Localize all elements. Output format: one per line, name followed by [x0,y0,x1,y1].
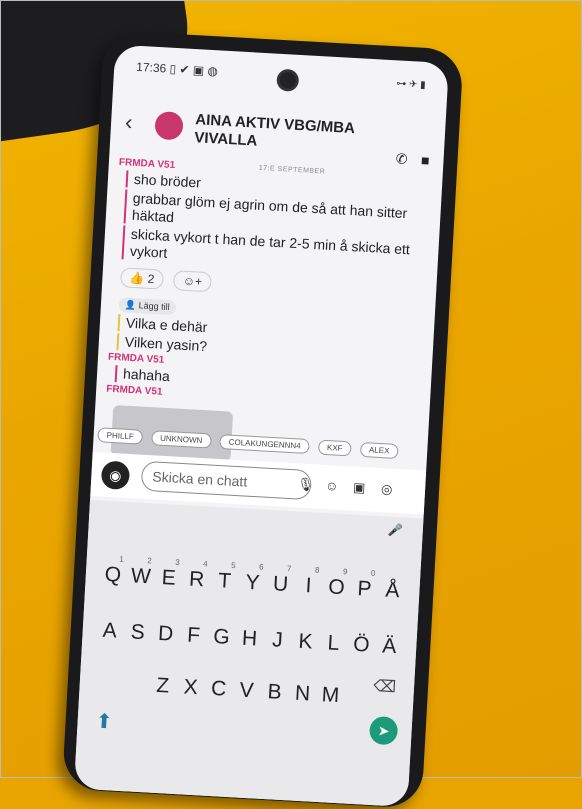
key-j[interactable]: J [263,628,292,654]
microphone-icon[interactable]: 🎙 [297,476,314,493]
avatar[interactable] [154,110,184,141]
key-r[interactable]: R4 [182,559,211,593]
key-number-hint: 9 [342,567,348,577]
key-number-hint: 8 [314,565,320,575]
key-b[interactable]: B [260,680,289,706]
mention-chip[interactable]: PHILLF [97,427,144,445]
status-icons: ⊶ ✈ ▮ [395,78,426,91]
key-x[interactable]: X [176,675,205,701]
key-f[interactable]: F [179,623,208,649]
thumbs-up-reaction[interactable]: 👍 2 [119,267,164,290]
key-k[interactable]: K [291,629,320,655]
key-s[interactable]: S [123,620,152,646]
smiley-icon[interactable]: ☺ [325,478,339,494]
phone-icon[interactable]: ✆ [395,150,408,168]
camera-icon[interactable]: ◉ [100,460,131,491]
mention-chip[interactable]: ALEX [359,441,399,460]
key-p[interactable]: P0 [350,569,379,603]
key-g[interactable]: G [207,625,236,651]
key-ä[interactable]: Ä [375,634,404,660]
key-v[interactable]: V [232,678,261,704]
keyboard: 🎤 Q1W2E3R4T5Y6U7I8O9P0Å ASDFGHJKLÖÄ ZXCV… [73,499,424,808]
back-arrow-icon[interactable]: ‹ [124,109,133,135]
key-number-hint: 3 [174,557,180,567]
key-y[interactable]: Y6 [238,562,267,596]
key-n[interactable]: N [288,681,317,707]
key-i[interactable]: I8 [294,566,323,599]
video-icon[interactable]: ■ [421,152,430,168]
group-title[interactable]: AINA AKTIV VBG/MBA VIVALLA [194,111,356,156]
key-number-hint: 7 [286,564,292,574]
key-z[interactable]: Z [148,673,177,699]
key-a[interactable]: A [95,618,124,644]
key-d[interactable]: D [151,622,180,648]
key-u[interactable]: U7 [266,564,295,598]
key-ö[interactable]: Ö [347,632,376,658]
key-w[interactable]: W2 [126,556,155,590]
key-l[interactable]: L [319,631,348,657]
voice-input-icon[interactable]: 🎤 [387,523,403,538]
chat-thread: FRMDA V51 17:E SEPTEMBER sho bröder grab… [93,156,443,472]
shift-icon[interactable]: ⬆ [95,709,113,735]
key-t[interactable]: T5 [210,561,239,595]
key-o[interactable]: O9 [322,567,351,601]
sticker-icon[interactable]: ▣ [353,480,366,497]
key-h[interactable]: H [235,626,264,652]
chat-input[interactable]: Skicka en chatt [140,460,313,501]
key-number-hint: 4 [202,559,208,569]
key-m[interactable]: M [316,683,345,709]
key-row-2: ASDFGHJKLÖÄ [82,618,417,661]
key-q[interactable]: Q1 [98,555,127,589]
phone-screen: 17:36 ▯ ✔ ▣ ◍ ⊶ ✈ ▮ ‹ AINA AKTIV VBG/MBA… [73,44,449,808]
send-icon[interactable]: ➤ [368,715,399,746]
smartphone: 17:36 ▯ ✔ ▣ ◍ ⊶ ✈ ▮ ‹ AINA AKTIV VBG/MBA… [61,29,464,809]
key-number-hint: 2 [147,556,152,566]
key-c[interactable]: C [204,677,233,703]
key-å[interactable]: Å [378,578,407,604]
location-icon[interactable]: ◎ [381,481,393,498]
mention-chip[interactable]: KXF [317,439,352,457]
status-time: 17:36 ▯ ✔ ▣ ◍ [135,59,219,79]
add-reaction-icon[interactable]: ☺+ [173,270,212,293]
key-e[interactable]: E3 [154,558,183,592]
front-camera [279,71,297,89]
key-number-hint: 5 [230,560,236,571]
key-row-3: ZXCVBNM [79,670,414,713]
add-button[interactable]: 👤 Lägg till [118,297,177,316]
backspace-icon[interactable]: ⌫ [373,676,397,697]
key-number-hint: 1 [119,554,125,564]
key-row-1: Q1W2E3R4T5Y6U7I8O9P0Å [85,555,420,605]
key-number-hint: 6 [258,562,264,572]
key-number-hint: 0 [370,568,376,578]
